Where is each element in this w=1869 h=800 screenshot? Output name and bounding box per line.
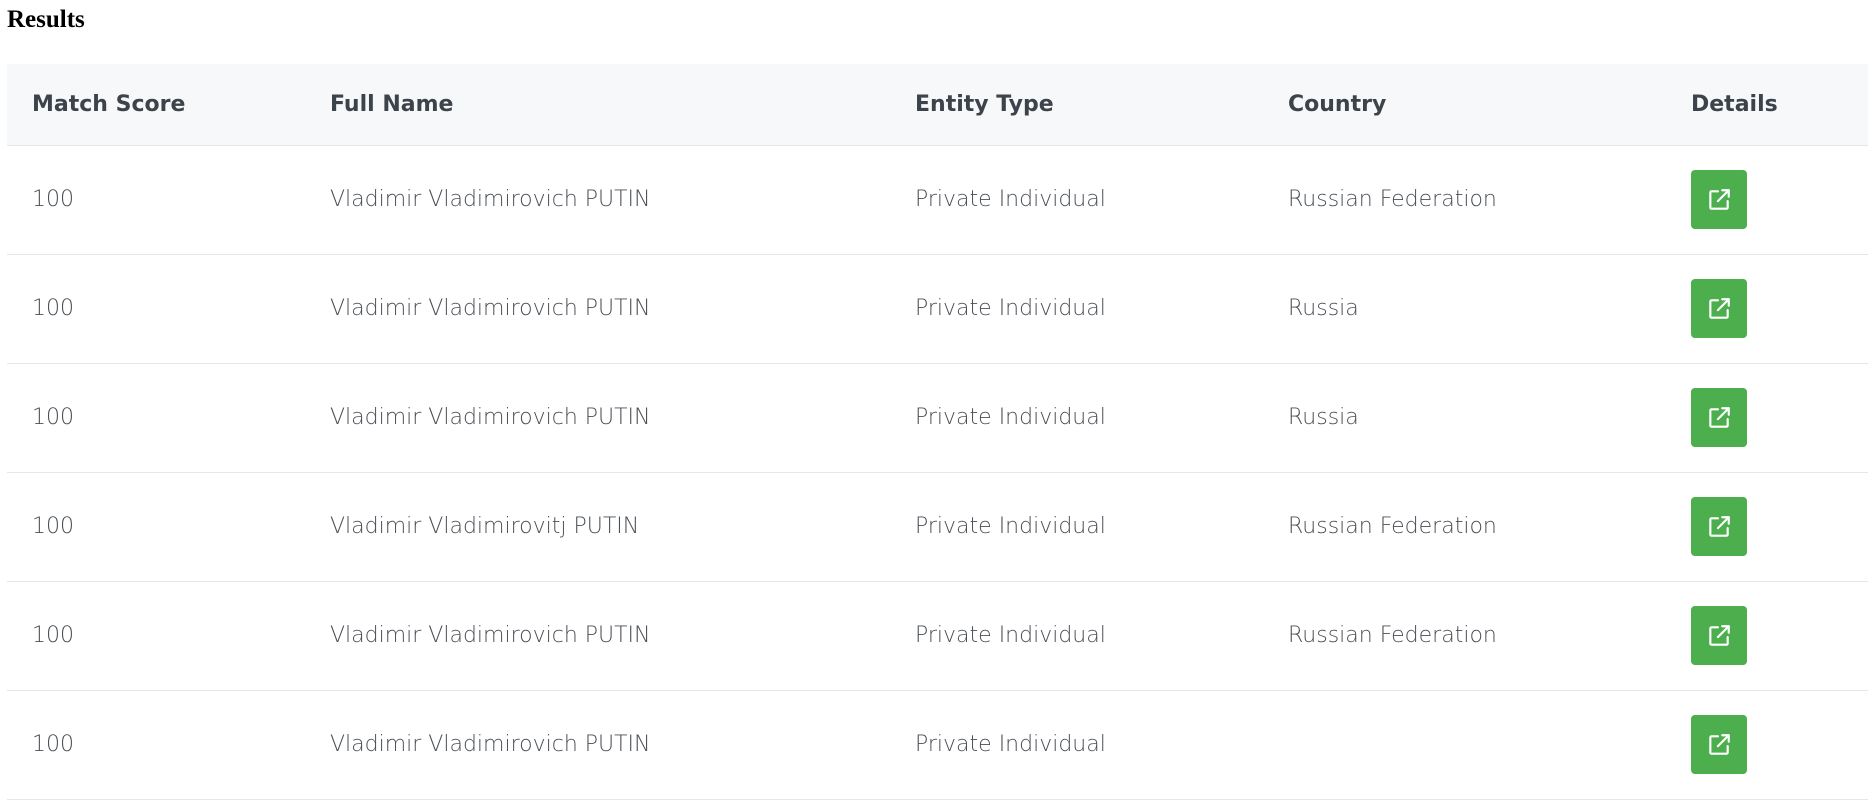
cell-country: Russia (1288, 405, 1359, 430)
cell-full-name: Vladimir Vladimirovich PUTIN (330, 623, 651, 648)
table-row: 100 Vladimir Vladimirovich PUTIN Private… (7, 581, 1868, 690)
cell-entity-type: Private Individual (915, 296, 1106, 321)
column-header-full-name: Full Name (330, 91, 454, 117)
cell-country: Russia (1288, 296, 1359, 321)
details-button[interactable] (1691, 715, 1747, 774)
external-link-icon (1709, 624, 1730, 646)
cell-country: Russian Federation (1288, 187, 1497, 212)
cell-details (1666, 472, 1868, 581)
cell-full-name: Vladimir Vladimirovich PUTIN (330, 296, 651, 321)
cell-full-name: Vladimir Vladimirovitj PUTIN (330, 514, 640, 539)
external-link-icon (1709, 515, 1730, 537)
table-row: 100 Vladimir Vladimirovitj PUTIN Private… (7, 472, 1868, 581)
cell-match-score: 100 (32, 623, 74, 648)
cell-details (1666, 690, 1868, 799)
cell-country (1263, 690, 1666, 799)
cell-full-name: Vladimir Vladimirovich PUTIN (330, 732, 651, 757)
cell-match-score: 100 (32, 405, 74, 430)
cell-details (1666, 363, 1868, 472)
external-link-icon (1709, 297, 1730, 319)
details-button[interactable] (1691, 170, 1747, 229)
cell-entity-type: Private Individual (915, 514, 1106, 539)
details-button[interactable] (1691, 497, 1747, 556)
table-header-row: Match Score Full Name Entity Type Countr… (7, 64, 1868, 145)
results-table: Match Score Full Name Entity Type Countr… (7, 64, 1868, 800)
details-button[interactable] (1691, 279, 1747, 338)
column-header-entity-type: Entity Type (915, 91, 1054, 117)
cell-entity-type: Private Individual (915, 732, 1106, 757)
table-row: 100 Vladimir Vladimirovich PUTIN Private… (7, 145, 1868, 254)
cell-match-score: 100 (32, 732, 74, 757)
cell-details (1666, 145, 1868, 254)
cell-match-score: 100 (32, 514, 74, 539)
cell-match-score: 100 (32, 296, 74, 321)
cell-entity-type: Private Individual (915, 187, 1106, 212)
table-row: 100 Vladimir Vladimirovich PUTIN Private… (7, 690, 1868, 799)
cell-full-name: Vladimir Vladimirovich PUTIN (330, 187, 651, 212)
details-button[interactable] (1691, 606, 1747, 665)
external-link-icon (1709, 188, 1730, 210)
column-header-match-score: Match Score (32, 91, 186, 117)
cell-entity-type: Private Individual (915, 623, 1106, 648)
details-button[interactable] (1691, 388, 1747, 447)
table-row: 100 Vladimir Vladimirovich PUTIN Private… (7, 254, 1868, 363)
cell-match-score: 100 (32, 187, 74, 212)
cell-full-name: Vladimir Vladimirovich PUTIN (330, 405, 651, 430)
table-header: Match Score Full Name Entity Type Countr… (7, 64, 1868, 145)
table-row: 100 Vladimir Vladimirovich PUTIN Private… (7, 363, 1868, 472)
column-header-country: Country (1288, 91, 1387, 117)
cell-country: Russian Federation (1288, 514, 1497, 539)
cell-entity-type: Private Individual (915, 405, 1106, 430)
cell-details (1666, 254, 1868, 363)
cell-country: Russian Federation (1288, 623, 1497, 648)
table-body: 100 Vladimir Vladimirovich PUTIN Private… (7, 145, 1868, 799)
column-header-details: Details (1691, 91, 1778, 117)
external-link-icon (1709, 733, 1730, 755)
cell-details (1666, 581, 1868, 690)
page-title: Results (7, 6, 85, 33)
external-link-icon (1709, 406, 1730, 428)
